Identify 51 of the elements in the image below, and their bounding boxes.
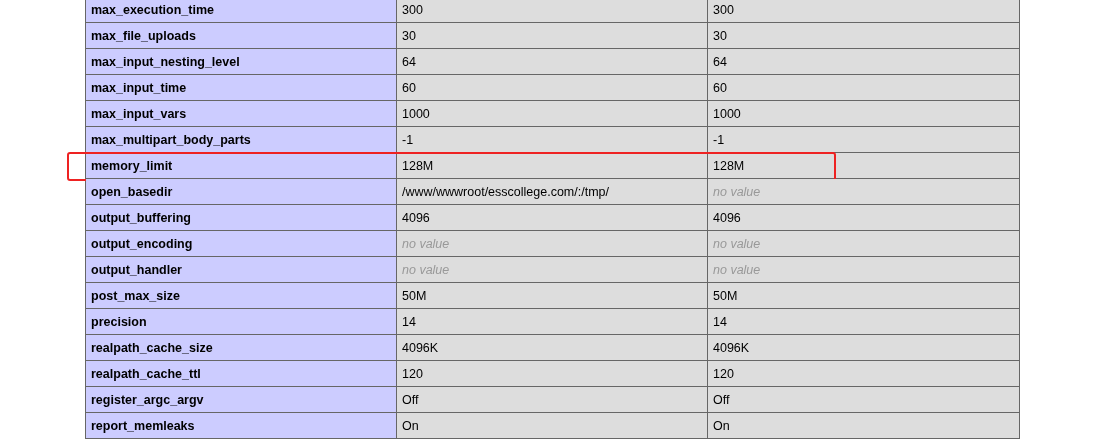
directive-cell: realpath_cache_ttl <box>86 361 397 387</box>
no-value-cell: no value <box>397 231 708 257</box>
table-cell: 4096 <box>397 205 708 231</box>
table-cell: 1000 <box>397 101 708 127</box>
table-cell: 120 <box>708 361 1020 387</box>
table-cell: 300 <box>397 0 708 23</box>
table-cell: 4096K <box>708 335 1020 361</box>
directive-cell: report_memleaks <box>86 413 397 439</box>
directive-cell: register_argc_argv <box>86 387 397 413</box>
table-cell: 60 <box>708 75 1020 101</box>
table-cell: 30 <box>708 23 1020 49</box>
no-value-cell: no value <box>397 257 708 283</box>
directive-cell: output_buffering <box>86 205 397 231</box>
directive-cell: precision <box>86 309 397 335</box>
table-cell: 60 <box>397 75 708 101</box>
directive-cell: memory_limit <box>86 153 397 179</box>
table-cell: 128M <box>708 153 1020 179</box>
directive-cell: max_execution_time <box>86 0 397 23</box>
table-cell: 4096 <box>708 205 1020 231</box>
table-cell: 128M <box>397 153 708 179</box>
table-cell: 4096K <box>397 335 708 361</box>
directive-cell: max_multipart_body_parts <box>86 127 397 153</box>
directive-cell: max_input_vars <box>86 101 397 127</box>
table-cell: -1 <box>397 127 708 153</box>
directive-cell: max_file_uploads <box>86 23 397 49</box>
table-cell: On <box>708 413 1020 439</box>
table-cell: -1 <box>708 127 1020 153</box>
table-cell: 50M <box>397 283 708 309</box>
no-value-cell: no value <box>708 179 1020 205</box>
directive-cell: post_max_size <box>86 283 397 309</box>
table-cell: Off <box>397 387 708 413</box>
table-cell: 300 <box>708 0 1020 23</box>
table-cell: 64 <box>397 49 708 75</box>
table-cell: 1000 <box>708 101 1020 127</box>
no-value-cell: no value <box>708 257 1020 283</box>
table-cell: On <box>397 413 708 439</box>
directive-cell: realpath_cache_size <box>86 335 397 361</box>
directive-cell: output_handler <box>86 257 397 283</box>
table-cell: 14 <box>708 309 1020 335</box>
directive-cell: max_input_time <box>86 75 397 101</box>
table-cell: 30 <box>397 23 708 49</box>
table-cell: 14 <box>397 309 708 335</box>
directive-cell: open_basedir <box>86 179 397 205</box>
table-cell: /www/wwwroot/esscollege.com/:/tmp/ <box>397 179 708 205</box>
table-cell: 120 <box>397 361 708 387</box>
no-value-cell: no value <box>708 231 1020 257</box>
directive-cell: max_input_nesting_level <box>86 49 397 75</box>
directive-cell: output_encoding <box>86 231 397 257</box>
table-cell: Off <box>708 387 1020 413</box>
table-cell: 50M <box>708 283 1020 309</box>
table-cell: 64 <box>708 49 1020 75</box>
